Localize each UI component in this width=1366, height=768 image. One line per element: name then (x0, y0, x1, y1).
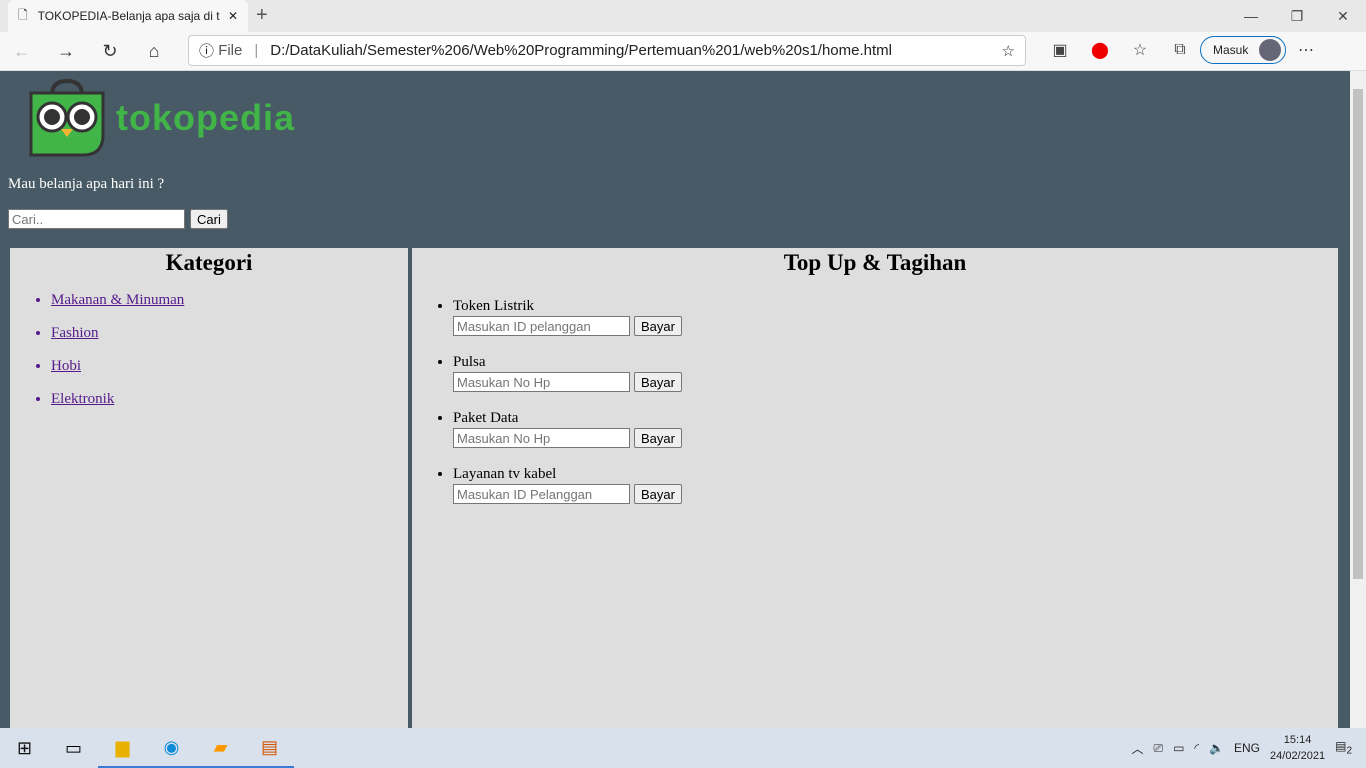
file-label: File (218, 42, 243, 59)
clock[interactable]: 15:14 24/02/2021 (1270, 732, 1325, 764)
tab-bar: 🗋 TOKOPEDIA-Belanja apa saja di t ✕ + — ❐… (0, 0, 1366, 32)
search-button[interactable]: Cari (190, 209, 228, 229)
topup-item: Layanan tv kabel Bayar (453, 466, 1338, 504)
start-icon[interactable]: ⊞ (0, 728, 49, 768)
id-input[interactable] (453, 316, 630, 336)
bayar-button[interactable]: Bayar (634, 428, 682, 448)
bayar-button[interactable]: Bayar (634, 372, 682, 392)
url-text: D:/DataKuliah/Semester%206/Web%20Program… (270, 42, 892, 59)
extension-icon[interactable]: ▣ (1040, 40, 1080, 60)
page-content: tokopedia Mau belanja apa hari ini ? Car… (0, 71, 1350, 728)
meet-now-icon[interactable]: ⎚ (1153, 741, 1163, 756)
restore-button[interactable]: ❐ (1274, 0, 1320, 32)
logo: tokopedia (28, 79, 295, 157)
topup-label: Token Listrik (453, 298, 535, 314)
logo-text: tokopedia (116, 97, 296, 138)
browser-tab[interactable]: 🗋 TOKOPEDIA-Belanja apa saja di t ✕ (8, 0, 248, 32)
info-icon: ⓘ (199, 43, 215, 60)
tagline: Mau belanja apa hari ini ? (8, 176, 165, 192)
bayar-button[interactable]: Bayar (634, 484, 682, 504)
taskbar: ⊞ ▭ ▆ ◉ ▰ ▤ ︿ ⎚ ▭ ◜ 🔈 ENG 15:14 24/02/202… (0, 728, 1366, 768)
back-button[interactable]: ← (0, 41, 44, 62)
menu-icon[interactable]: ⋯ (1286, 40, 1326, 60)
battery-icon[interactable]: ▭ (1173, 741, 1184, 755)
favorites-icon[interactable]: ☆ (1120, 40, 1160, 60)
topup-item: Token Listrik Bayar (453, 298, 1338, 336)
kategori-panel: Kategori Makanan & Minuman Fashion Hobi … (10, 248, 408, 728)
notification-icon[interactable]: ▤2 (1335, 739, 1352, 756)
tab-title: TOKOPEDIA-Belanja apa saja di t (37, 9, 220, 23)
opera-extension-icon[interactable]: ⬤ (1080, 40, 1120, 60)
language-indicator[interactable]: ENG (1234, 741, 1260, 755)
id-input[interactable] (453, 484, 630, 504)
sublime-icon[interactable]: ▰ (196, 728, 245, 768)
search-input[interactable] (8, 209, 185, 229)
category-link[interactable]: Makanan & Minuman (51, 292, 184, 308)
profile-button[interactable]: Masuk (1200, 36, 1286, 64)
topup-label: Paket Data (453, 410, 519, 426)
page-icon: 🗋 (18, 7, 28, 22)
phone-input[interactable] (453, 428, 630, 448)
task-view-icon[interactable]: ▭ (49, 728, 98, 768)
category-link[interactable]: Fashion (51, 325, 99, 341)
category-link[interactable]: Hobi (51, 358, 81, 374)
file-explorer-icon[interactable]: ▆ (98, 728, 147, 768)
phone-input[interactable] (453, 372, 630, 392)
topup-panel: Top Up & Tagihan Token Listrik Bayar Pul… (410, 248, 1338, 728)
edge-icon[interactable]: ◉ (147, 728, 196, 768)
close-tab-icon[interactable]: ✕ (228, 9, 238, 23)
collections-icon[interactable]: ⧉ (1160, 41, 1200, 59)
topup-item: Pulsa Bayar (453, 354, 1338, 392)
minimize-button[interactable]: — (1228, 0, 1274, 32)
owl-logo-icon (29, 79, 105, 157)
scrollbar-thumb[interactable] (1353, 89, 1363, 579)
address-bar[interactable]: ⓘ File | D:/DataKuliah/Semester%206/Web%… (188, 35, 1026, 66)
add-favorite-icon[interactable]: ☆ (1002, 42, 1015, 60)
home-button[interactable]: ⌂ (132, 41, 176, 62)
refresh-button[interactable]: ↻ (88, 41, 132, 62)
avatar (1259, 39, 1281, 61)
topup-item: Paket Data Bayar (453, 410, 1338, 448)
topup-label: Layanan tv kabel (453, 466, 557, 482)
volume-icon[interactable]: 🔈 (1209, 741, 1224, 755)
category-link[interactable]: Elektronik (51, 391, 114, 407)
scrollbar[interactable] (1350, 71, 1366, 728)
kategori-title: Kategori (165, 250, 253, 275)
bayar-button[interactable]: Bayar (634, 316, 682, 336)
close-window-button[interactable]: ✕ (1320, 0, 1366, 32)
topup-title: Top Up & Tagihan (783, 250, 967, 275)
forward-button[interactable]: → (44, 41, 88, 62)
document-app-icon[interactable]: ▤ (245, 728, 294, 768)
wifi-icon[interactable]: ◜ (1194, 741, 1199, 755)
new-tab-button[interactable]: + (256, 4, 268, 27)
show-hidden-icons[interactable]: ︿ (1131, 740, 1143, 757)
topup-label: Pulsa (453, 354, 486, 370)
